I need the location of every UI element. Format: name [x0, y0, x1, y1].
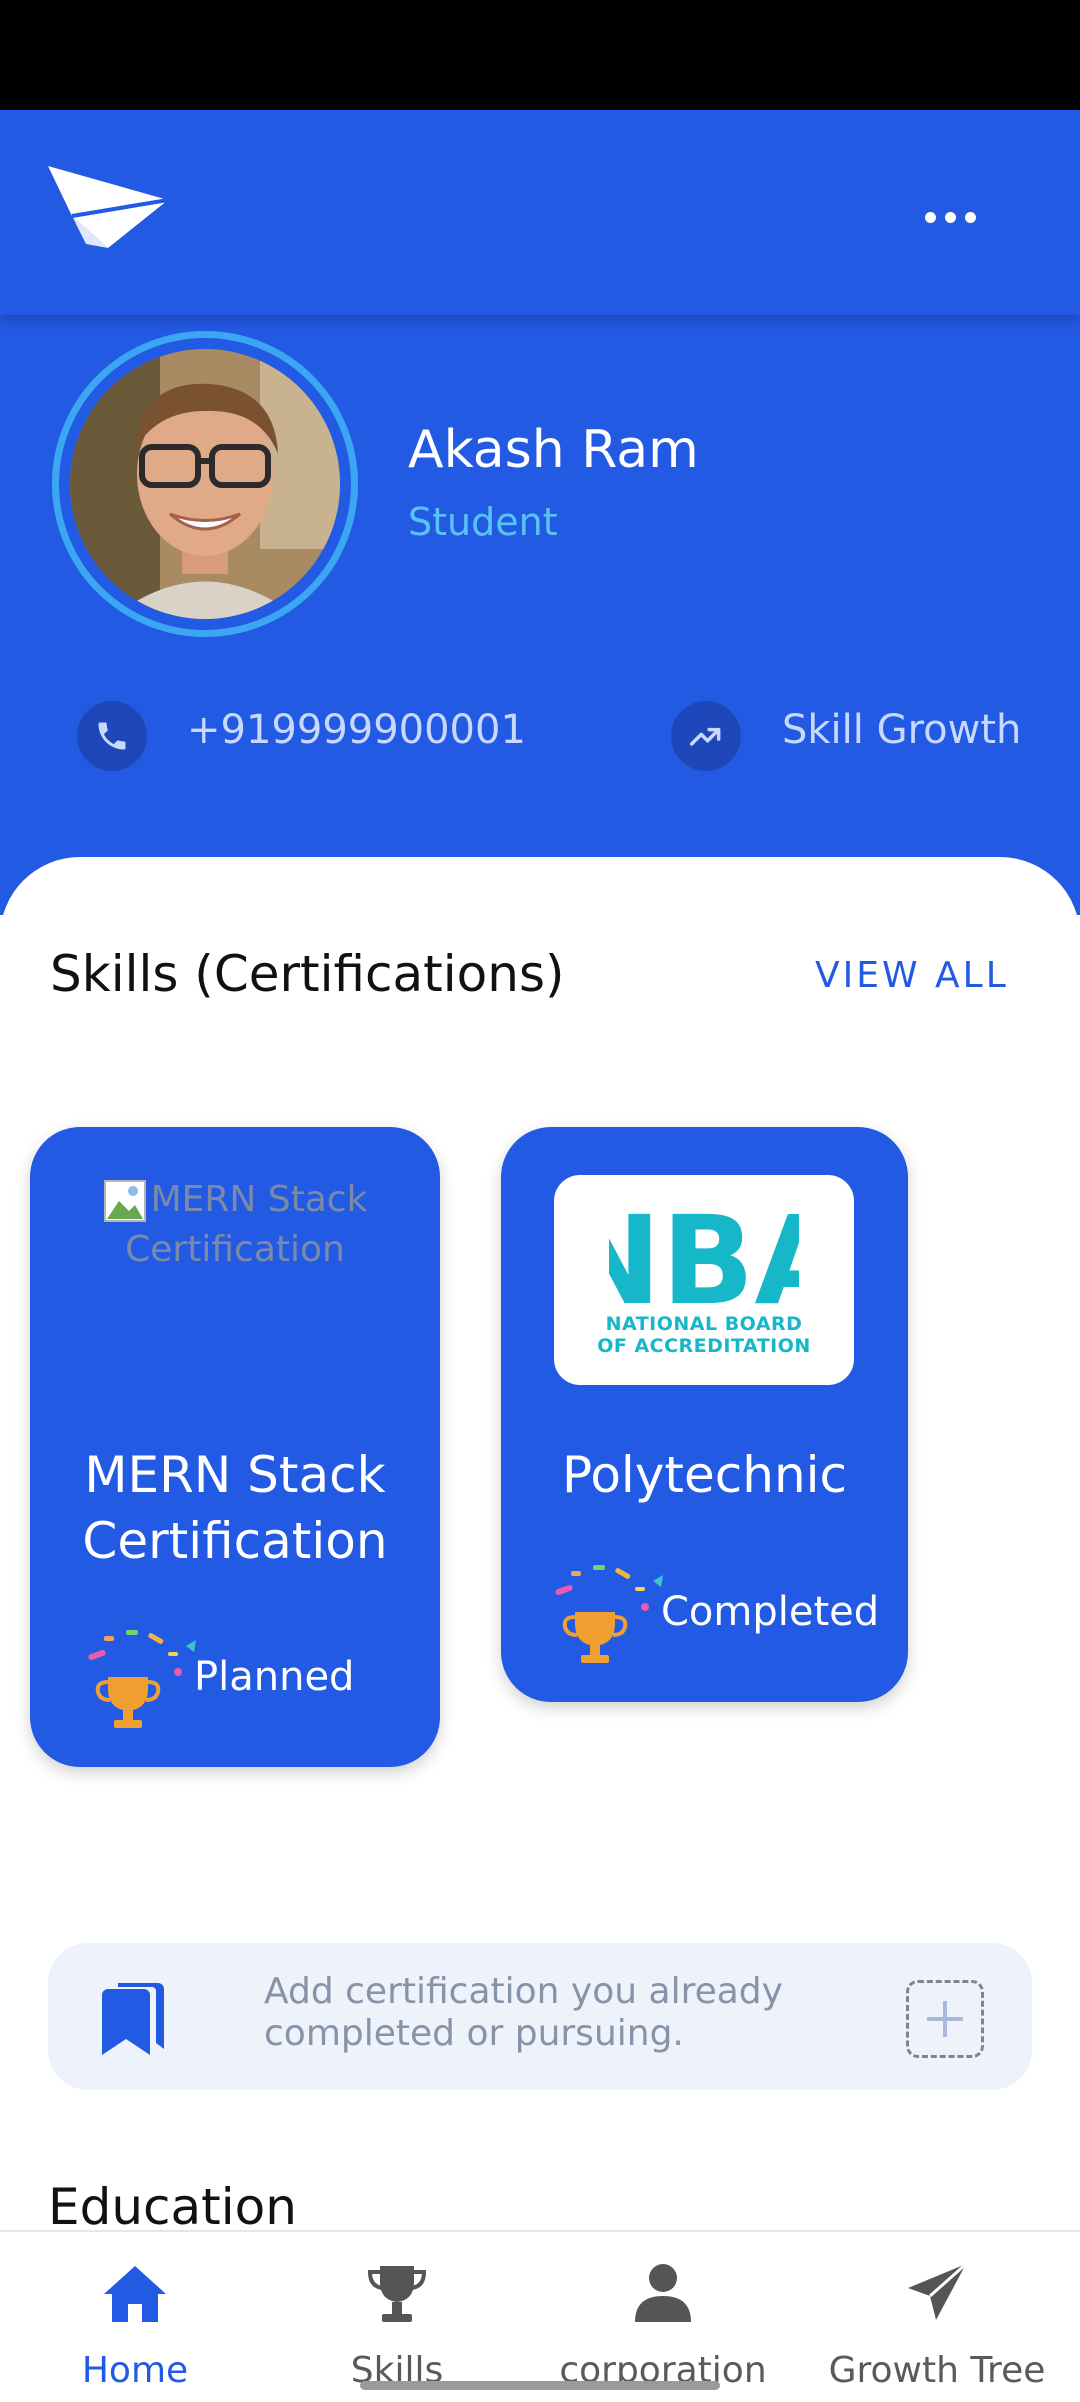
card-title: Polytechnic [561, 1446, 848, 1504]
image-alt-text: MERN Stack Certification [125, 1179, 368, 1270]
view-all-button[interactable]: VIEW ALL [815, 955, 1009, 996]
avatar-photo [70, 349, 340, 619]
skills-section-title: Skills (Certifications) [50, 945, 565, 1003]
nba-logo-icon: NBA [609, 1203, 799, 1313]
phone-icon[interactable] [77, 701, 147, 771]
status-bar [0, 0, 1080, 110]
add-certification-text: Add certification you already completed … [264, 1971, 783, 2054]
nav-growth-tree-label: Growth Tree [828, 2350, 1046, 2391]
card-title-line-2: Certification [82, 1512, 388, 1570]
broken-image-icon [103, 1180, 146, 1222]
status-badge: Completed [545, 1557, 879, 1667]
send-icon [908, 2262, 967, 2320]
phone-number[interactable]: +919999900001 [187, 707, 526, 753]
education-section-title: Education [48, 2178, 297, 2236]
profile-role: Student [408, 500, 558, 544]
paper-plane-logo-icon[interactable] [46, 158, 170, 252]
bookmark-icon [102, 1983, 164, 2055]
nba-logo-line-2: OF ACCREDITATION [597, 1335, 811, 1357]
skill-card[interactable]: NBA NATIONAL BOARD OF ACCREDITATION Poly… [501, 1127, 908, 1702]
home-icon [104, 2266, 166, 2322]
nav-skills[interactable]: Skills [262, 2232, 532, 2402]
trophy-icon [367, 2266, 427, 2322]
status-text: Completed [661, 1589, 880, 1635]
svg-text:NBA: NBA [609, 1203, 799, 1313]
bottom-navigation: Home Skills corporation Growth Tree [0, 2230, 1080, 2402]
skill-growth-link[interactable]: Skill Growth [782, 707, 1021, 753]
nba-logo: NBA NATIONAL BOARD OF ACCREDITATION [554, 1175, 854, 1385]
skill-card[interactable]: MERN Stack Certification MERN Stack Cert… [30, 1127, 440, 1767]
more-options-icon[interactable] [925, 202, 985, 232]
nav-home-label: Home [81, 2350, 189, 2391]
trophy-confetti-icon [555, 1565, 663, 1663]
profile-name: Akash Ram [408, 420, 699, 480]
avatar [52, 331, 358, 637]
nav-home[interactable]: Home [0, 2232, 270, 2402]
person-icon [635, 2264, 691, 2322]
certification-image: MERN Stack Certification [85, 1175, 385, 1275]
trending-up-icon[interactable] [671, 701, 741, 771]
trophy-confetti-icon [88, 1630, 196, 1728]
card-title-line-1: MERN Stack [84, 1446, 386, 1504]
nba-logo-line-1: NATIONAL BOARD [605, 1313, 803, 1335]
nav-growth-tree[interactable]: Growth Tree [802, 2232, 1072, 2402]
status-text: Planned [194, 1654, 355, 1700]
add-button[interactable] [906, 1980, 984, 2058]
nav-corporation[interactable]: corporation [528, 2232, 798, 2402]
app-bar [0, 110, 1080, 315]
plus-icon [927, 2001, 963, 2037]
home-indicator[interactable] [360, 2381, 720, 2390]
status-badge: Planned [78, 1622, 354, 1732]
add-certification-banner[interactable]: Add certification you already completed … [48, 1943, 1032, 2090]
